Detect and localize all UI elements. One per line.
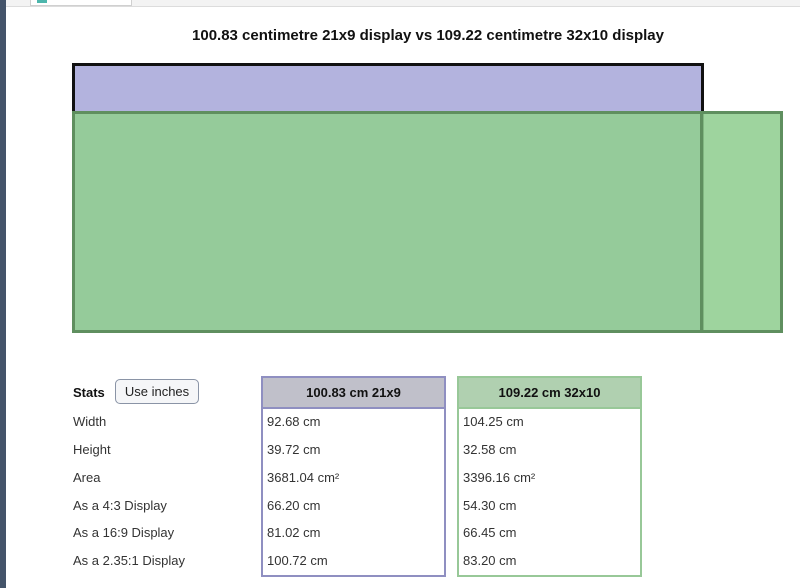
display-a-4-3: 66.20 cm xyxy=(267,498,321,513)
display-b-2-35-1: 83.20 cm xyxy=(463,553,517,568)
top-toolbar-strip xyxy=(6,0,800,7)
display-b-width: 104.25 cm xyxy=(463,414,524,429)
display-a-2-35-1: 100.72 cm xyxy=(267,553,328,568)
comparison-title: 100.83 centimetre 21x9 display vs 109.22… xyxy=(192,27,664,44)
row-label-2-35-1: As a 2.35:1 Display xyxy=(73,553,186,568)
display-b-area: 3396.16 cm² xyxy=(463,470,536,485)
row-label-height: Height xyxy=(73,442,111,457)
row-label-4-3: As a 4:3 Display xyxy=(73,498,167,513)
display-a-16-9: 81.02 cm xyxy=(267,525,321,540)
display-a-right-edge-line xyxy=(700,113,703,331)
display-a-area: 3681.04 cm² xyxy=(267,470,340,485)
display-b-16-9: 66.45 cm xyxy=(463,525,517,540)
display-a-stats-column: 100.83 cm 21x9 92.68 cm 39.72 cm 3681.04… xyxy=(261,376,446,577)
window-left-edge xyxy=(0,0,6,588)
stats-heading: Stats xyxy=(73,385,105,400)
display-a-width: 92.68 cm xyxy=(267,414,321,429)
display-b-rectangle xyxy=(72,111,783,333)
row-label-width: Width xyxy=(73,414,107,429)
use-inches-button[interactable]: Use inches xyxy=(115,379,199,404)
display-b-height: 32.58 cm xyxy=(463,442,517,457)
tab-accent-mark xyxy=(37,0,47,3)
row-label-area: Area xyxy=(73,470,101,485)
display-b-stats-column: 109.22 cm 32x10 104.25 cm 32.58 cm 3396.… xyxy=(457,376,642,577)
display-b-4-3: 54.30 cm xyxy=(463,498,517,513)
row-label-16-9: As a 16:9 Display xyxy=(73,525,175,540)
display-a-height: 39.72 cm xyxy=(267,442,321,457)
display-a-header: 100.83 cm 21x9 xyxy=(263,378,444,409)
display-b-header: 109.22 cm 32x10 xyxy=(459,378,640,409)
browser-tab[interactable] xyxy=(30,0,132,6)
